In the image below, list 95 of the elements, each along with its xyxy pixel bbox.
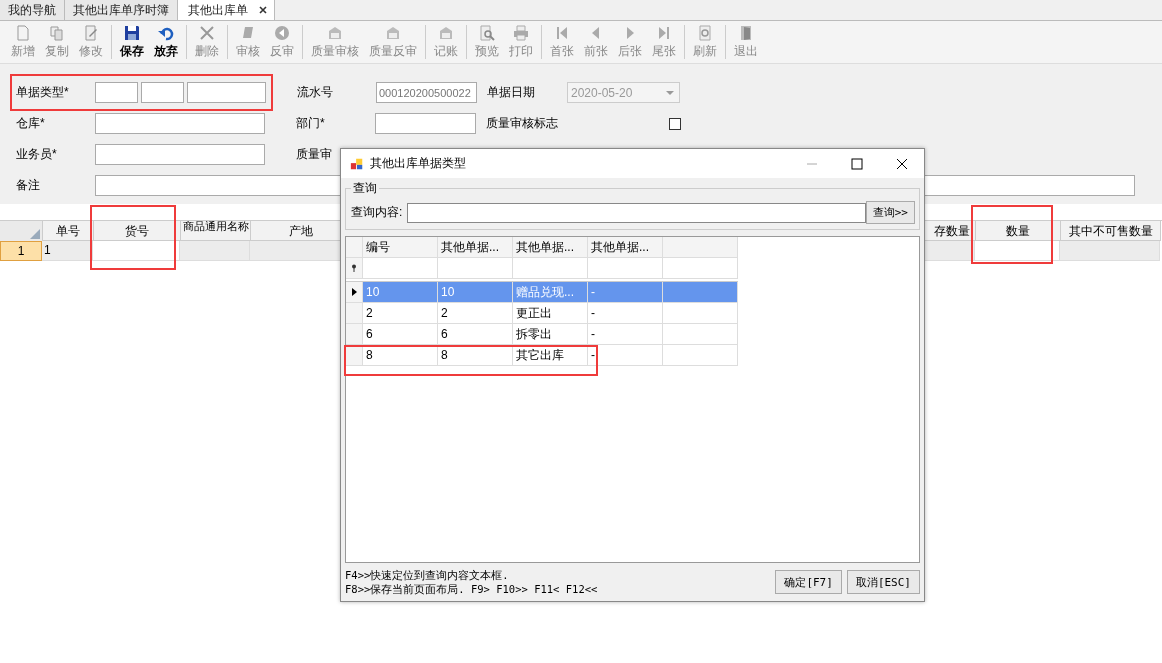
input-field[interactable]	[141, 82, 184, 103]
stamp-icon	[240, 24, 256, 41]
table-cell[interactable]: 更正出	[513, 303, 588, 324]
column-header[interactable]: 其他单据...	[513, 237, 588, 258]
group-label: 查询	[352, 180, 378, 197]
table-cell[interactable]	[663, 345, 738, 366]
folder-icon	[385, 24, 401, 41]
filter-cell[interactable]	[438, 258, 513, 279]
field-label: 备注	[16, 177, 41, 194]
table-cell[interactable]	[663, 303, 738, 324]
table-cell[interactable]: -	[588, 345, 663, 366]
folder-icon	[327, 24, 343, 41]
field-label: 单据类型*	[16, 84, 70, 101]
corner-icon	[30, 229, 40, 239]
printer-icon	[513, 24, 529, 41]
back-icon	[274, 24, 290, 41]
filter-cell[interactable]	[363, 258, 438, 279]
tab[interactable]: 我的导航	[0, 0, 65, 20]
table-cell[interactable]	[663, 324, 738, 345]
first-icon	[554, 24, 570, 41]
table-cell[interactable]: 其它出库	[513, 345, 588, 366]
filter-icon	[351, 264, 357, 272]
table-cell[interactable]: 拆零出	[513, 324, 588, 345]
table-cell[interactable]: 1	[42, 241, 93, 261]
corner-cell[interactable]	[0, 221, 43, 241]
app-icon	[350, 156, 364, 171]
field-label: 仓库*	[16, 115, 46, 132]
row-header: 1	[0, 241, 42, 261]
column-header[interactable]: 货号	[94, 221, 181, 241]
table-cell[interactable]: 6	[438, 324, 513, 345]
door-icon	[738, 24, 754, 41]
table-cell[interactable]: 6	[363, 324, 438, 345]
column-header[interactable]: 其中不可售数量	[1061, 221, 1161, 241]
field-label: 质量审	[296, 146, 333, 163]
query-label: 查询内容:	[351, 204, 403, 221]
save-icon	[124, 24, 140, 41]
shortcut-hint: F8>>保存当前页面布局. F9> F10>> F11< F12<<	[345, 582, 599, 596]
toolbar-button[interactable]: 删除	[190, 24, 224, 60]
input-field[interactable]	[187, 82, 266, 103]
table-cell[interactable]: -	[588, 324, 663, 345]
close-icon[interactable]	[896, 157, 908, 170]
toolbar-button[interactable]: 保存	[115, 24, 149, 60]
folder-icon	[438, 24, 454, 41]
table-cell[interactable]: 8	[438, 345, 513, 366]
query-field[interactable]	[407, 202, 866, 223]
close-icon	[199, 24, 215, 41]
document-icon	[15, 24, 31, 41]
checkbox[interactable]	[669, 117, 681, 130]
filter-cell[interactable]	[663, 258, 738, 279]
filter-cell[interactable]	[513, 258, 588, 279]
shortcut-hint: F4>>快速定位到查询内容文本框.	[345, 568, 510, 582]
table-cell[interactable]	[93, 241, 180, 261]
table-cell[interactable]: 2	[363, 303, 438, 324]
column-header[interactable]: 数量	[976, 221, 1061, 241]
field-label: 单据日期	[487, 84, 536, 101]
input-field[interactable]	[95, 82, 138, 103]
tab[interactable]: 其他出库单	[178, 0, 275, 20]
column-header[interactable]: 编号	[363, 237, 438, 258]
table-cell[interactable]	[180, 241, 250, 261]
magnifier-icon	[479, 24, 495, 41]
caret-icon	[666, 90, 674, 95]
column-header[interactable]	[663, 237, 738, 258]
column-header[interactable]: 单号	[43, 221, 94, 241]
table-cell[interactable]: 8	[363, 345, 438, 366]
dialog-title: 其他出库单据类型	[370, 155, 467, 172]
toolbar-button[interactable]: 新增	[6, 24, 40, 60]
refresh-icon	[697, 24, 713, 41]
column-header[interactable]: 商品通用名称	[181, 221, 251, 241]
field-label: 部门*	[296, 115, 326, 132]
table-cell[interactable]	[975, 241, 1060, 261]
row-pointer-icon	[351, 288, 357, 296]
tab[interactable]: 其他出库单序时簿	[65, 0, 178, 20]
filter-cell[interactable]	[588, 258, 663, 279]
table-cell[interactable]	[1060, 241, 1160, 261]
field-label: 质量审核标志	[486, 115, 559, 132]
table-cell[interactable]: 2	[438, 303, 513, 324]
table-cell[interactable]	[663, 282, 738, 303]
dialog-button[interactable]: 取消[ESC]	[846, 570, 920, 594]
input-field[interactable]: 000120200500022	[376, 82, 477, 103]
column-header[interactable]: 其他单据...	[588, 237, 663, 258]
maximize-icon[interactable]	[851, 157, 863, 170]
copy-icon	[49, 24, 65, 41]
edit-icon	[83, 24, 99, 41]
input-field[interactable]	[95, 144, 265, 165]
input-field[interactable]	[95, 113, 265, 134]
last-icon	[656, 24, 672, 41]
field-label: 业务员*	[16, 146, 58, 163]
dialog-button[interactable]: 确定[F7]	[775, 570, 842, 594]
toolbar-button[interactable]: 放弃	[149, 24, 183, 60]
close-icon[interactable]	[258, 5, 268, 15]
column-header[interactable]: 其他单据...	[438, 237, 513, 258]
input-field[interactable]	[375, 113, 476, 134]
table-cell[interactable]: -	[588, 303, 663, 324]
field-label: 流水号	[297, 84, 334, 101]
query-button[interactable]: 查询>>	[865, 201, 915, 224]
